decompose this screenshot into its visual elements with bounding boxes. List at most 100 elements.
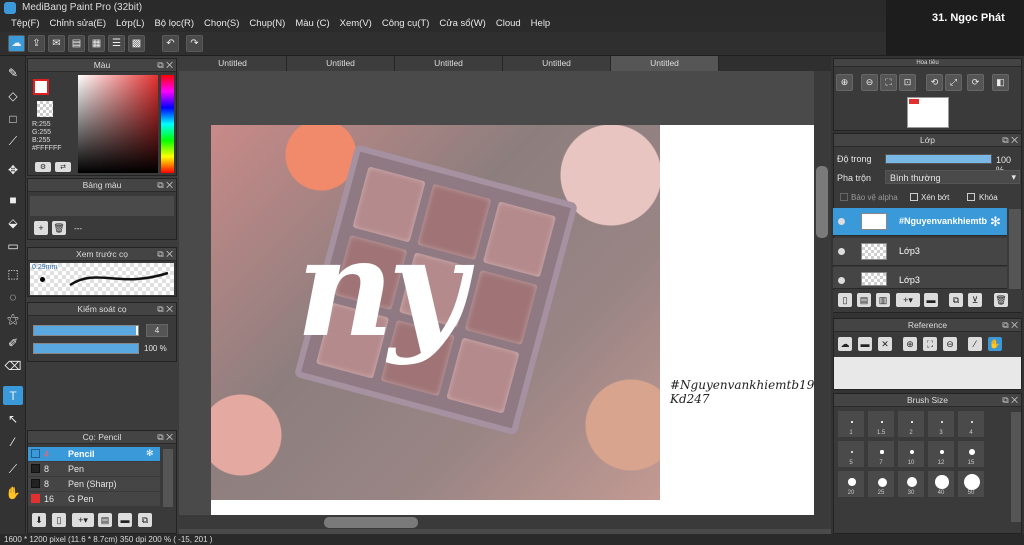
tab-untitled-5[interactable]: Untitled <box>611 56 719 71</box>
fill-rect-tool-icon[interactable]: ■ <box>3 190 23 209</box>
brush-list-scrollbar[interactable] <box>163 449 173 507</box>
brush-opacity-slider[interactable] <box>33 343 139 354</box>
zoom-out-icon[interactable]: ⊖ <box>943 337 957 351</box>
duplicate-icon[interactable]: ⧉ <box>138 513 152 527</box>
gear-icon[interactable]: ✻ <box>990 214 1001 230</box>
select-eraser-tool-icon[interactable]: ⌫ <box>3 356 23 375</box>
panel-close-icon[interactable]: ⧉ ✕ <box>157 59 173 72</box>
eye-icon[interactable] <box>838 218 845 225</box>
add-brush-icon[interactable]: +▾ <box>72 513 94 527</box>
panel-close-icon[interactable]: ⧉ ✕ <box>1002 319 1018 332</box>
color-swap-icon[interactable]: ⇄ <box>55 162 71 172</box>
move-tool-icon[interactable]: ✥ <box>3 160 23 179</box>
add-layer-menu-icon[interactable]: +▾ <box>896 293 920 307</box>
brush-settings-icon[interactable]: ▤ <box>98 513 112 527</box>
menu-tools[interactable]: Công cụ(T) <box>377 16 435 32</box>
cloud-icon[interactable]: ☁ <box>838 337 852 351</box>
menu-view[interactable]: Xem(V) <box>335 16 377 32</box>
protect-alpha-checkbox[interactable] <box>840 193 848 201</box>
panel-close-icon[interactable]: ⧉ ✕ <box>157 303 173 316</box>
rotate-right-icon[interactable]: ⟳ <box>967 74 984 91</box>
tab-untitled-2[interactable]: Untitled <box>287 56 395 71</box>
brush-item-pen-sharp[interactable]: 8 Pen (Sharp) <box>28 477 160 491</box>
message-icon[interactable]: ▤ <box>68 35 85 52</box>
lock-checkbox[interactable] <box>967 193 975 201</box>
layer-scrollbar[interactable] <box>1009 209 1021 289</box>
fit-icon[interactable]: ⛶ <box>880 74 897 91</box>
line-tool-icon[interactable]: ⟋ <box>3 132 23 151</box>
menu-select[interactable]: Chọn(S) <box>199 16 244 32</box>
open-folder-icon[interactable]: ▬ <box>858 337 872 351</box>
comment-icon[interactable]: ✉ <box>48 35 65 52</box>
secondary-color-swatch[interactable] <box>37 101 53 117</box>
close-icon[interactable]: ✕ <box>878 337 892 351</box>
brush-tool-icon[interactable]: ✎ <box>3 63 23 82</box>
menu-color[interactable]: Màu (C) <box>290 16 334 32</box>
panel-tool-icon[interactable]: ⟋ <box>3 460 23 479</box>
tab-untitled-3[interactable]: Untitled <box>395 56 503 71</box>
list-icon[interactable]: ☰ <box>108 35 125 52</box>
new-layer-icon[interactable]: ▯ <box>838 293 852 307</box>
operation-tool-icon[interactable]: ↖ <box>3 409 23 428</box>
panel-close-icon[interactable]: ⧉ ✕ <box>157 248 173 261</box>
menu-capture[interactable]: Chụp(N) <box>244 16 290 32</box>
brush-size-cell[interactable]: 20 <box>837 470 865 498</box>
color-saturation-box[interactable] <box>78 75 158 173</box>
eyedropper-tool-icon[interactable]: ⁄ <box>3 432 23 451</box>
brush-size-cell[interactable]: 40 <box>927 470 955 498</box>
fullscreen-icon[interactable]: ⤢ <box>945 74 962 91</box>
menu-help[interactable]: Help <box>526 16 556 32</box>
cloud-download-icon[interactable]: ⬇ <box>32 513 46 527</box>
zoom-in-icon[interactable]: ⊕ <box>836 74 853 91</box>
color-dropper-icon[interactable]: ⚙ <box>35 162 51 172</box>
brush-size-value[interactable]: 4 <box>146 324 168 337</box>
add-palette-icon[interactable]: + <box>34 221 48 235</box>
vertical-scroll-thumb[interactable] <box>816 166 828 238</box>
delete-layer-icon[interactable]: 🗑 <box>994 293 1008 307</box>
brush-size-cell[interactable]: 1.5 <box>867 410 895 438</box>
palette-area[interactable] <box>30 196 174 216</box>
menu-window[interactable]: Cửa sổ(W) <box>434 16 490 32</box>
grid-icon[interactable]: ▩ <box>128 35 145 52</box>
horizontal-scrollbar[interactable] <box>179 515 831 529</box>
layer-folder-icon[interactable]: ▬ <box>924 293 938 307</box>
folder-icon[interactable]: ▬ <box>118 513 132 527</box>
undo-icon[interactable]: ↶ <box>162 35 179 52</box>
menu-layer[interactable]: Lớp(L) <box>111 16 149 32</box>
gradient-tool-icon[interactable]: ▭ <box>3 236 23 255</box>
eye-icon[interactable] <box>838 277 845 284</box>
brush-size-slider[interactable] <box>33 325 139 336</box>
panel-close-icon[interactable]: ⧉ ✕ <box>157 431 173 444</box>
gear-icon[interactable]: ✻ <box>146 448 154 459</box>
brush-size-cell[interactable]: 25 <box>867 470 895 498</box>
lasso-tool-icon[interactable]: ◌ <box>3 287 23 306</box>
text-tool-icon[interactable]: T <box>3 386 23 405</box>
document-icon[interactable]: ▦ <box>88 35 105 52</box>
shape-tool-icon[interactable]: □ <box>3 109 23 128</box>
layer-row-3a[interactable]: Lớp3 <box>833 238 1007 266</box>
tab-untitled-1[interactable]: Untitled <box>179 56 287 71</box>
menu-edit[interactable]: Chỉnh sửa(E) <box>45 16 112 32</box>
menu-cloud[interactable]: Cloud <box>491 16 526 32</box>
reference-canvas[interactable] <box>834 357 1021 389</box>
cloud-icon[interactable]: ☁ <box>8 35 25 52</box>
new-layer-1bit-icon[interactable]: ▥ <box>876 293 890 307</box>
tab-untitled-4[interactable]: Untitled <box>503 56 611 71</box>
hue-slider[interactable] <box>161 75 174 173</box>
vertical-scrollbar[interactable] <box>814 71 831 515</box>
redo-icon[interactable]: ↷ <box>186 35 203 52</box>
menu-filter[interactable]: Bộ lọc(R) <box>149 16 199 32</box>
brush-size-cell[interactable]: 5 <box>837 440 865 468</box>
brush-size-cell[interactable]: 30 <box>897 470 925 498</box>
fit-icon[interactable]: ⛶ <box>923 337 937 351</box>
eye-icon[interactable] <box>838 248 845 255</box>
brush-size-cell[interactable]: 12 <box>927 440 955 468</box>
select-rect-tool-icon[interactable]: ⬚ <box>3 264 23 283</box>
brush-size-cell[interactable]: 7 <box>867 440 895 468</box>
merge-down-icon[interactable]: ⊻ <box>968 293 982 307</box>
blend-mode-select[interactable]: Bình thường ▾ <box>885 170 1020 184</box>
brush-size-cell[interactable]: 3 <box>927 410 955 438</box>
share-icon[interactable]: ⇪ <box>28 35 45 52</box>
navigator-thumbnail[interactable] <box>907 97 949 128</box>
bucket-tool-icon[interactable]: ⬙ <box>3 213 23 232</box>
